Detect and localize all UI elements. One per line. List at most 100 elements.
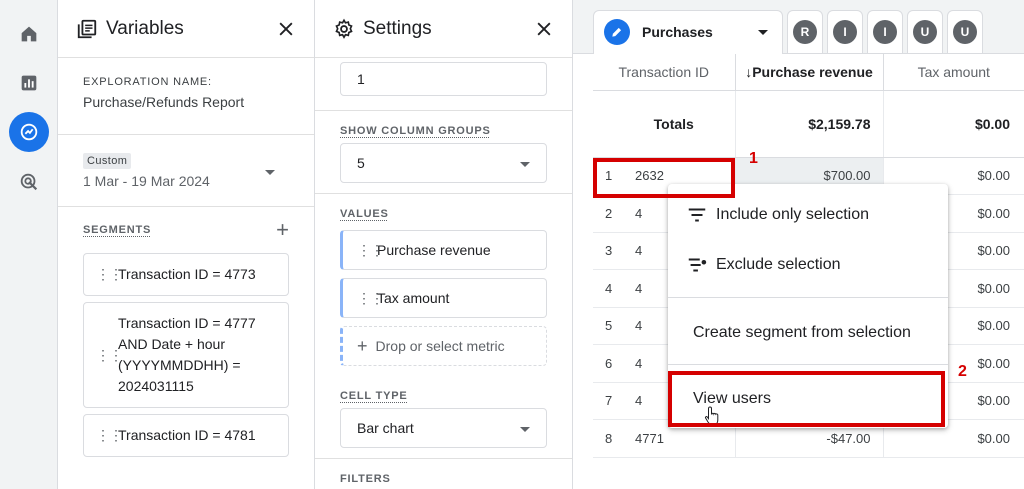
variables-icon xyxy=(77,19,97,38)
drag-handle-icon[interactable]: ⋮⋮ xyxy=(96,348,123,362)
column-header-purchase-revenue[interactable]: ↓Purchase revenue xyxy=(734,54,884,91)
tab-u[interactable]: U xyxy=(907,9,943,54)
values-label: VALUES xyxy=(340,208,389,220)
tab-u[interactable]: U xyxy=(947,9,983,54)
tab-r[interactable]: R xyxy=(787,9,823,54)
rows-input[interactable]: 1 xyxy=(340,62,547,96)
row-number: 3 xyxy=(605,243,613,259)
add-segment-icon[interactable]: + xyxy=(276,219,289,241)
menu-item-create-segment[interactable]: Create segment from selection xyxy=(668,318,948,348)
annotation-badge-1: 1 xyxy=(749,150,758,167)
settings-gear-icon xyxy=(335,18,353,39)
menu-item-label: Exclude selection xyxy=(716,256,841,273)
cell-type-section: CELL TYPE Bar chart xyxy=(315,376,572,459)
exploration-name-value[interactable]: Purchase/Refunds Report xyxy=(83,94,289,110)
transaction-id: 4771 xyxy=(635,430,664,446)
drop-metric-target[interactable]: + Drop or select metric xyxy=(340,326,547,366)
value-chip-label: Tax amount xyxy=(377,290,450,306)
row-number: 8 xyxy=(605,430,613,446)
tab-label: Purchases xyxy=(642,24,713,40)
drag-handle-icon[interactable]: ⋮⋮ xyxy=(357,243,384,257)
menu-divider xyxy=(668,364,948,365)
filter-icon xyxy=(688,208,706,222)
filter-remove-icon xyxy=(688,258,707,272)
filters-section: FILTERS xyxy=(315,459,572,485)
row-number: 7 xyxy=(605,393,613,409)
menu-item-label: Include only selection xyxy=(716,206,869,223)
menu-item-label: Create segment from selection xyxy=(693,324,911,341)
date-range-selector[interactable]: Custom 1 Mar - 19 Mar 2024 xyxy=(58,135,314,207)
value-chip-purchase-revenue[interactable]: ⋮⋮ Purchase revenue xyxy=(340,230,547,270)
row-number: 4 xyxy=(605,280,613,296)
cell-type-label: CELL TYPE xyxy=(340,390,408,402)
drag-handle-icon[interactable]: ⋮⋮ xyxy=(96,428,123,442)
tab-i[interactable]: I xyxy=(867,9,903,54)
variables-panel: Variables EXPLORATION NAME: Purchase/Ref… xyxy=(58,0,315,489)
tab-i[interactable]: I xyxy=(827,9,863,54)
segment-label: Transaction ID = 4781 xyxy=(118,427,256,443)
values-section: VALUES ⋮⋮ Purchase revenue ⋮⋮ Tax amount… xyxy=(315,194,572,376)
segments-header: SEGMENTS + xyxy=(58,207,314,247)
cell-type-select[interactable]: Bar chart xyxy=(340,408,547,448)
totals-revenue: $2,159.78 xyxy=(734,90,884,158)
highlight-box-2 xyxy=(668,371,945,427)
column-groups-label: SHOW COLUMN GROUPS xyxy=(340,125,491,137)
cell-type-value: Bar chart xyxy=(357,420,414,436)
drag-handle-icon[interactable]: ⋮⋮ xyxy=(357,291,384,305)
value-chip-label: Purchase revenue xyxy=(377,242,491,258)
menu-divider xyxy=(668,297,948,298)
row-number: 5 xyxy=(605,318,613,334)
exploration-name-section: EXPLORATION NAME: Purchase/Refunds Repor… xyxy=(58,58,314,135)
totals-tax: $0.00 xyxy=(883,90,1024,158)
exploration-name-label: EXPLORATION NAME: xyxy=(83,76,212,88)
drag-handle-icon[interactable]: ⋮⋮ xyxy=(96,267,123,281)
menu-item-exclude[interactable]: Exclude selection xyxy=(668,250,948,280)
chevron-down-icon xyxy=(520,427,530,432)
table-header-row: Transaction ID ↓Purchase revenue Tax amo… xyxy=(593,54,1024,91)
segment-card[interactable]: ⋮⋮ Transaction ID = 4773 xyxy=(83,253,289,296)
segment-card[interactable]: ⋮⋮ Transaction ID = 4777 AND Date + hour… xyxy=(83,302,289,408)
tab-avatar: I xyxy=(873,19,897,44)
transaction-id: 4 xyxy=(635,355,643,371)
date-range-value: 1 Mar - 19 Mar 2024 xyxy=(83,173,210,189)
filters-label: FILTERS xyxy=(340,473,391,485)
plus-icon: + xyxy=(357,335,368,356)
settings-panel: Settings 1 SHOW COLUMN GROUPS 5 VALUES ⋮… xyxy=(315,0,573,489)
home-icon[interactable] xyxy=(9,14,49,54)
chevron-down-icon xyxy=(265,170,275,175)
menu-item-include-only[interactable]: Include only selection xyxy=(668,200,948,230)
segment-card[interactable]: ⋮⋮ Transaction ID = 4781 xyxy=(83,414,289,457)
drop-metric-label: Drop or select metric xyxy=(375,338,505,354)
explore-icon[interactable] xyxy=(9,112,49,152)
close-icon[interactable] xyxy=(276,19,296,39)
settings-header: Settings xyxy=(315,0,572,58)
annotation-badge-2: 2 xyxy=(958,363,967,380)
variables-header: Variables xyxy=(58,0,314,58)
segment-label: Transaction ID = 4777 AND Date + hour (Y… xyxy=(118,315,256,394)
tab-purchases[interactable]: Purchases xyxy=(593,9,783,54)
variables-title: Variables xyxy=(106,17,184,39)
tab-bar: Purchases R I I U U xyxy=(573,0,1024,54)
advertising-icon[interactable] xyxy=(9,162,49,202)
column-groups-value: 5 xyxy=(357,155,365,171)
chevron-down-icon[interactable] xyxy=(758,29,768,35)
rows-section: 1 xyxy=(315,58,572,111)
transaction-id: 4 xyxy=(635,280,643,296)
value-chip-tax-amount[interactable]: ⋮⋮ Tax amount xyxy=(340,278,547,318)
totals-row: Totals $2,159.78 $0.00 xyxy=(593,90,1024,158)
column-header-label: Purchase revenue xyxy=(752,63,873,80)
close-icon[interactable] xyxy=(534,19,554,39)
settings-title: Settings xyxy=(363,17,432,39)
reports-icon[interactable] xyxy=(9,63,49,103)
pencil-icon[interactable] xyxy=(604,19,630,45)
date-chip: Custom xyxy=(83,153,132,169)
column-header-tax-amount[interactable]: Tax amount xyxy=(883,54,1024,91)
segments-label: SEGMENTS xyxy=(83,224,152,236)
transaction-id: 4 xyxy=(635,318,643,334)
tab-avatar: I xyxy=(833,19,857,44)
column-groups-select[interactable]: 5 xyxy=(340,143,547,183)
column-header-transaction-id[interactable]: Transaction ID xyxy=(593,54,735,91)
row-number: 6 xyxy=(605,355,613,371)
transaction-id: 4 xyxy=(635,243,643,259)
tab-avatar: U xyxy=(953,19,977,44)
